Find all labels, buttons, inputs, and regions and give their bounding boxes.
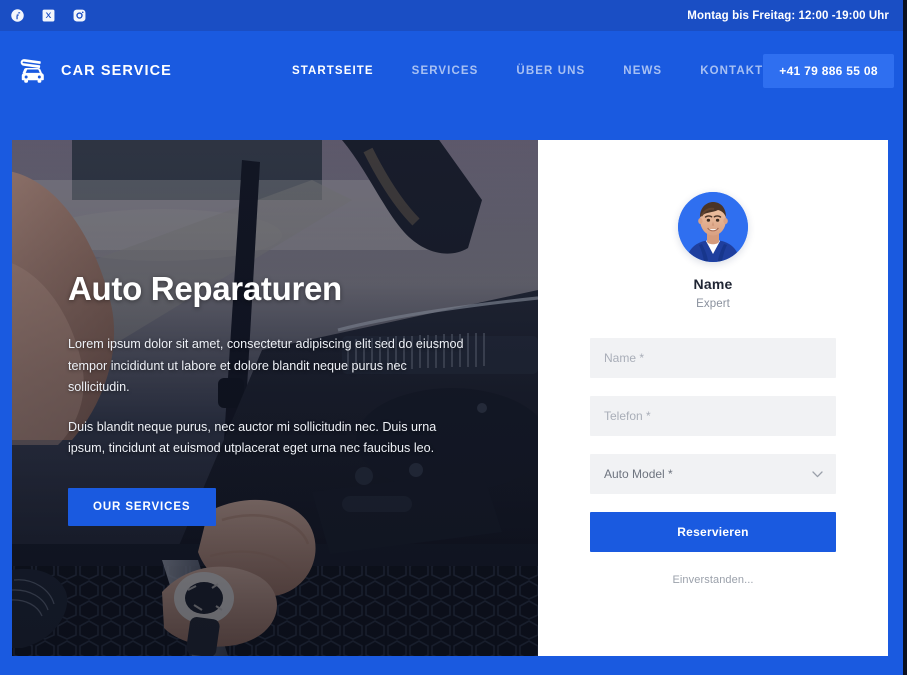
opening-hours: Montag bis Freitag: 12:00 -19:00 Uhr — [687, 9, 889, 22]
hero-title: Auto Reparaturen — [68, 269, 342, 307]
primary-nav: STARTSEITE SERVICES ÜBER UNS NEWS KONTAK… — [292, 65, 763, 77]
brand-logo[interactable]: CAR SERVICE — [16, 56, 172, 86]
nav-item-news[interactable]: NEWS — [623, 65, 662, 77]
expert-role: Expert — [696, 298, 730, 310]
consent-text[interactable]: Einverstanden... — [672, 574, 753, 586]
hero-image-panel: Auto Reparaturen Lorem ipsum dolor sit a… — [12, 140, 538, 656]
website-page: Montag bis Freitag: 12:00 -19:00 Uhr CAR… — [0, 0, 903, 675]
reservieren-button[interactable]: Reservieren — [590, 512, 836, 552]
instagram-icon[interactable] — [72, 8, 87, 23]
auto-model-select-wrapper: Auto Model * — [590, 454, 836, 494]
booking-panel: Name Expert Auto Model * Reservieren — [538, 140, 888, 656]
brand-name: CAR SERVICE — [61, 63, 172, 79]
booking-form: Auto Model * Reservieren — [590, 338, 836, 552]
hero-paragraph-1: Lorem ipsum dolor sit amet, consectetur … — [68, 336, 464, 395]
nav-item-services[interactable]: SERVICES — [412, 65, 479, 77]
auto-model-select[interactable]: Auto Model * — [590, 454, 836, 494]
hero-paragraph-2: Duis blandit neque purus, nec auctor mi … — [68, 419, 437, 456]
nav-item-ueber-uns[interactable]: ÜBER UNS — [516, 65, 585, 77]
social-links — [10, 8, 87, 23]
hero-copy: Auto Reparaturen Lorem ipsum dolor sit a… — [68, 140, 504, 656]
facebook-icon[interactable] — [10, 8, 25, 23]
name-input[interactable] — [590, 338, 836, 378]
car-wrench-logo-icon — [16, 56, 50, 86]
top-utility-bar: Montag bis Freitag: 12:00 -19:00 Uhr — [0, 0, 903, 31]
site-header: CAR SERVICE STARTSEITE SERVICES ÜBER UNS… — [0, 31, 903, 111]
page-right-gutter — [903, 0, 907, 675]
hero-card: Auto Reparaturen Lorem ipsum dolor sit a… — [12, 140, 888, 656]
nav-item-startseite[interactable]: STARTSEITE — [292, 65, 374, 77]
phone-button[interactable]: +41 79 886 55 08 — [763, 54, 894, 88]
avatar — [678, 192, 748, 262]
our-services-button[interactable]: OUR SERVICES — [68, 488, 216, 527]
x-twitter-icon[interactable] — [41, 8, 56, 23]
expert-name: Name — [693, 276, 733, 292]
browser-viewport: Montag bis Freitag: 12:00 -19:00 Uhr CAR… — [0, 0, 907, 675]
nav-item-kontakt[interactable]: KONTAKT — [700, 65, 763, 77]
telefon-input[interactable] — [590, 396, 836, 436]
